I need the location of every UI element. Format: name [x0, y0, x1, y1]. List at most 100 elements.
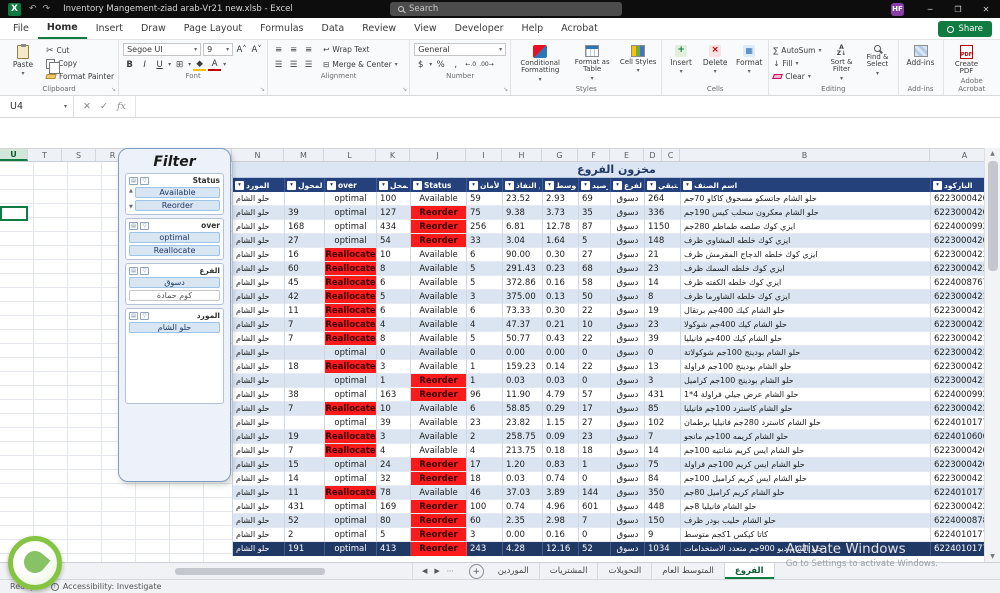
ribbon-tab-developer[interactable]: Developer: [446, 18, 513, 39]
table-cell[interactable]: 23.52: [503, 192, 543, 206]
filter-dropdown-icon[interactable]: ▾: [379, 180, 388, 190]
table-cell[interactable]: Reorder: [411, 374, 467, 388]
share-button[interactable]: Share: [938, 21, 992, 37]
table-cell[interactable]: حلو الشام: [233, 290, 285, 304]
table-header-11[interactable]: ▾ اسم الصنف: [681, 178, 931, 192]
table-cell[interactable]: Reallocate: [325, 332, 377, 346]
table-cell[interactable]: 18: [285, 360, 325, 374]
copy-button[interactable]: Copy: [46, 58, 114, 74]
alignment-dialog-launcher[interactable]: ↘: [402, 86, 407, 93]
table-header-6[interactable]: ▾أيام النفاذ: [503, 178, 543, 192]
table-cell[interactable]: 8: [377, 262, 411, 276]
table-cell[interactable]: دسوق: [611, 500, 645, 514]
table-cell[interactable]: Available: [411, 360, 467, 374]
table-cell[interactable]: 169: [377, 500, 411, 514]
table-cell[interactable]: 0: [377, 346, 411, 360]
table-cell[interactable]: 27: [579, 416, 611, 430]
column-header-K[interactable]: K: [376, 149, 410, 161]
table-header-3[interactable]: ▾مخزون المحل: [377, 178, 411, 192]
table-header-7[interactable]: ▾المتوسط: [543, 178, 579, 192]
table-cell[interactable]: 60: [285, 262, 325, 276]
table-cell[interactable]: optimal: [325, 514, 377, 528]
table-cell[interactable]: 0.13: [543, 290, 579, 304]
table-cell[interactable]: 336: [645, 206, 681, 220]
percent-style-button[interactable]: %: [434, 59, 447, 71]
undo-icon[interactable]: ↶: [29, 4, 37, 14]
table-cell[interactable]: 0.21: [543, 318, 579, 332]
column-header-S[interactable]: S: [62, 149, 96, 161]
borders-caret[interactable]: ▾: [188, 61, 191, 68]
table-cell[interactable]: 2.98: [543, 514, 579, 528]
table-cell[interactable]: 1: [377, 374, 411, 388]
table-cell[interactable]: Reorder: [411, 458, 467, 472]
column-header-B[interactable]: B: [680, 149, 930, 161]
table-cell[interactable]: 350: [645, 486, 681, 500]
table-cell[interactable]: حلو الشام: [233, 234, 285, 248]
slicer-item-دسوق[interactable]: دسوق: [129, 277, 220, 288]
table-cell[interactable]: optimal: [325, 388, 377, 402]
filter-dropdown-icon[interactable]: ▾: [581, 180, 590, 190]
increase-decimal-button[interactable]: ←.0: [464, 59, 477, 71]
maximize-button[interactable]: ❐: [944, 0, 972, 18]
table-cell[interactable]: حلو الشام كيك 400جم فانيليا: [681, 332, 931, 346]
table-cell[interactable]: 150: [645, 514, 681, 528]
table-cell[interactable]: 100: [467, 500, 503, 514]
table-cell[interactable]: 0.03: [503, 374, 543, 388]
font-color-button[interactable]: A: [208, 59, 222, 71]
filter-dropdown-icon[interactable]: ▾: [235, 180, 244, 190]
table-cell[interactable]: حلو الشام: [233, 416, 285, 430]
format-as-table-button[interactable]: Format as Table ▾: [569, 43, 615, 82]
table-cell[interactable]: دسوق: [611, 192, 645, 206]
table-cell[interactable]: ايزي كوك خلطه الدجاج المقرمش ظرف: [681, 248, 931, 262]
table-cell[interactable]: 7: [285, 402, 325, 416]
table-cell[interactable]: 50: [579, 290, 611, 304]
table-cell[interactable]: 0: [579, 346, 611, 360]
table-cell[interactable]: optimal: [325, 472, 377, 486]
borders-button[interactable]: ⊞: [173, 59, 186, 71]
table-header-8[interactable]: ▾الرصيد: [579, 178, 611, 192]
table-cell[interactable]: 12.78: [543, 220, 579, 234]
table-cell[interactable]: 22: [579, 304, 611, 318]
table-cell[interactable]: دسوق: [611, 542, 645, 556]
table-header-2[interactable]: ▾ over: [325, 178, 377, 192]
table-cell[interactable]: Reallocate: [325, 444, 377, 458]
table-cell[interactable]: 431: [645, 388, 681, 402]
table-cell[interactable]: 3.89: [543, 486, 579, 500]
table-cell[interactable]: حلو الشام: [233, 430, 285, 444]
table-cell[interactable]: Reallocate: [325, 276, 377, 290]
table-cell[interactable]: دسوق: [611, 444, 645, 458]
table-cell[interactable]: 1034: [645, 542, 681, 556]
table-cell[interactable]: 601: [579, 500, 611, 514]
table-cell[interactable]: 2: [467, 430, 503, 444]
table-cell[interactable]: 0.30: [543, 304, 579, 318]
filter-dropdown-icon[interactable]: ▾: [505, 180, 514, 190]
table-cell[interactable]: 75: [467, 206, 503, 220]
table-cell[interactable]: 33: [467, 234, 503, 248]
table-cell[interactable]: 11: [285, 304, 325, 318]
table-cell[interactable]: 3: [467, 528, 503, 542]
table-cell[interactable]: 23.82: [503, 416, 543, 430]
table-cell[interactable]: حلو الشام: [233, 332, 285, 346]
create-pdf-button[interactable]: PDF Create PDF: [948, 43, 986, 76]
table-cell[interactable]: حلو الشام: [233, 486, 285, 500]
table-cell[interactable]: 0.29: [543, 402, 579, 416]
table-cell[interactable]: دسوق: [611, 346, 645, 360]
table-cell[interactable]: 258.75: [503, 430, 543, 444]
table-cell[interactable]: دسوق: [611, 458, 645, 472]
table-cell[interactable]: 2.35: [503, 514, 543, 528]
clear-filter-icon[interactable]: ▽: [140, 176, 149, 185]
table-cell[interactable]: دسوق: [611, 402, 645, 416]
table-cell[interactable]: حلو الشام: [233, 318, 285, 332]
table-cell[interactable]: Available: [411, 444, 467, 458]
table-cell[interactable]: 11.90: [503, 388, 543, 402]
sheet-tab-الفروع[interactable]: الفروع: [724, 563, 775, 579]
table-cell[interactable]: 0: [579, 472, 611, 486]
table-cell[interactable]: Available: [411, 318, 467, 332]
table-cell[interactable]: 3: [377, 360, 411, 374]
clear-filter-icon[interactable]: ▽: [140, 311, 149, 320]
delete-cells-button[interactable]: × Delete ▾: [700, 43, 730, 75]
table-cell[interactable]: Available: [411, 304, 467, 318]
table-cell[interactable]: 18: [467, 472, 503, 486]
slicer-scroll-up-icon[interactable]: ▲: [129, 188, 133, 194]
cut-button[interactable]: ✂ Cut: [46, 45, 114, 56]
